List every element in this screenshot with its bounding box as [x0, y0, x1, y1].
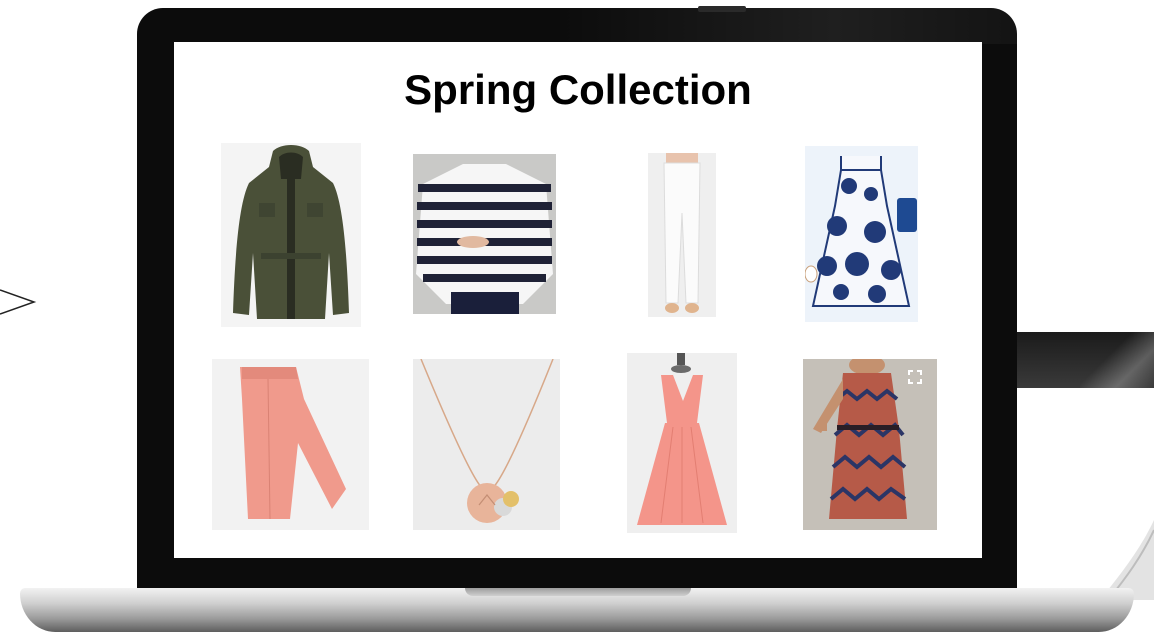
coral-jeans-image: [212, 359, 369, 530]
background-sheen: [1080, 332, 1154, 388]
product-striped-breton-top[interactable]: [413, 154, 556, 314]
product-olive-utility-jacket[interactable]: [221, 143, 361, 327]
product-coral-pleated-dress[interactable]: [627, 353, 737, 533]
camera-notch: [698, 6, 746, 12]
page-title: Spring Collection: [404, 66, 752, 113]
product-coral-skinny-jeans[interactable]: [212, 359, 369, 530]
floral-dress-image: [805, 146, 918, 322]
product-white-skinny-jeans[interactable]: [648, 153, 716, 317]
bezel-sheen: [560, 8, 1017, 44]
outline-arrow-icon: [0, 289, 37, 315]
product-navy-floral-dress[interactable]: [805, 146, 918, 322]
jacket-image: [233, 145, 349, 319]
white-jeans-image: [648, 153, 716, 317]
expand-icon[interactable]: [908, 370, 922, 384]
product-printed-chevron-dress[interactable]: [803, 359, 937, 530]
coral-dress-image: [627, 353, 737, 533]
necklace-image: [413, 359, 560, 530]
laptop-hinge: [465, 588, 691, 596]
product-rose-gold-charm-necklace[interactable]: [413, 359, 560, 530]
striped-top-image: [413, 154, 556, 314]
chevron-dress-image: [803, 359, 937, 530]
